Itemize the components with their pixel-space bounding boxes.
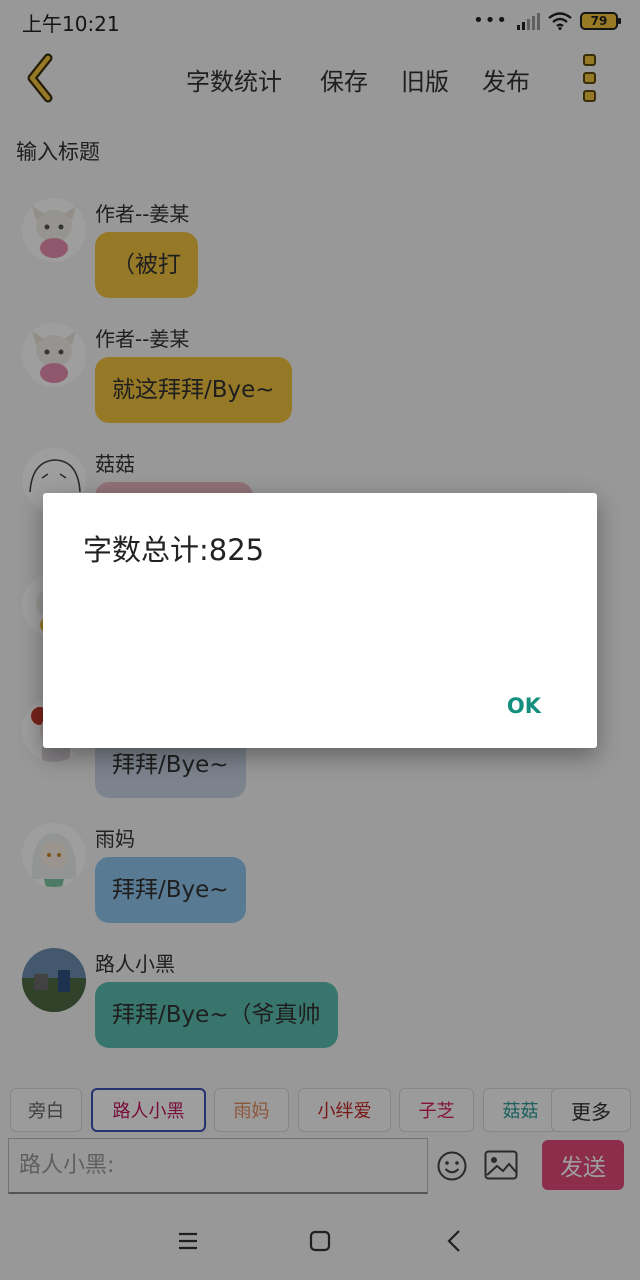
word-count-dialog: 字数总计:825 OK <box>43 493 597 748</box>
dialog-message: 字数总计:825 <box>83 533 265 567</box>
ok-button[interactable]: OK <box>507 694 541 718</box>
